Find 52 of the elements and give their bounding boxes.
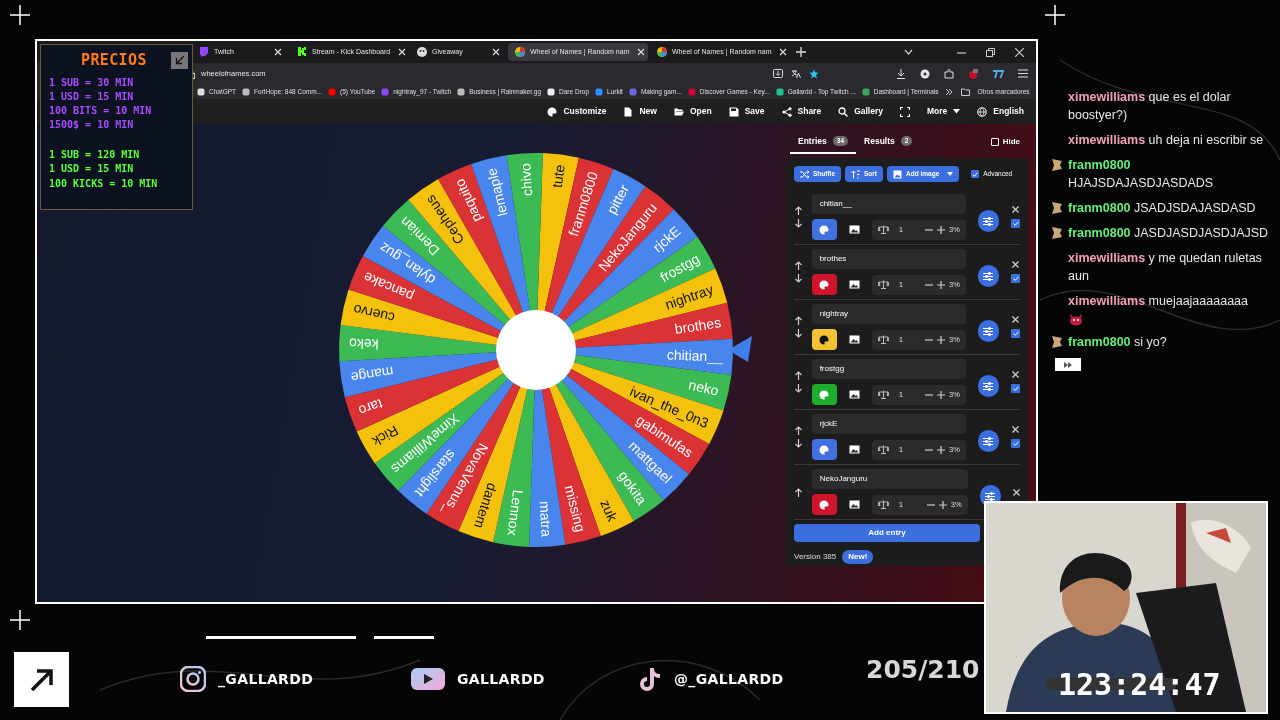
menu-button[interactable]: Share xyxy=(781,105,822,118)
entry-name-field[interactable]: nightray xyxy=(811,304,966,324)
menu-button[interactable]: Gallery xyxy=(838,105,883,118)
entry-name-field[interactable]: brothes xyxy=(811,249,966,269)
chat-message: ximewilliams uh deja ni escribir se xyxy=(1068,132,1264,149)
menu-button[interactable]: English xyxy=(977,105,1024,118)
wheel-label: matra xyxy=(536,500,555,538)
chat-message: franm0800 JSADJSDAJASDASD xyxy=(1068,200,1256,217)
wheel-label: lemaple xyxy=(483,166,511,218)
chat-message: franm0800 si yo? xyxy=(1068,334,1167,351)
wheel-label: Lennox xyxy=(504,488,527,537)
stream-timer: 123:24:47 xyxy=(1058,667,1221,703)
price-line: 1 USD = 15 MIN xyxy=(49,89,135,104)
wheel-label: keko xyxy=(348,335,379,353)
entry-name-field[interactable]: NekoJanguru xyxy=(811,469,968,489)
wheel-label: taro xyxy=(356,395,385,419)
entry-name-field[interactable]: rjckE xyxy=(811,414,966,434)
entry-name-field[interactable]: frostgg xyxy=(811,359,966,379)
wheel-label: mange xyxy=(349,363,395,386)
menu-button[interactable]: Customize xyxy=(547,105,607,118)
price-line: 1 USD = 15 MIN xyxy=(49,162,135,176)
overlay-title: PRECIOS xyxy=(81,50,147,71)
price-line: 100 BITS = 10 MIN xyxy=(49,103,152,118)
menu-button[interactable]: Save xyxy=(728,105,765,118)
price-line: 1500$ = 10 MIN xyxy=(49,117,135,132)
chat-message: ximewilliams y me quedan ruletas aun xyxy=(1068,250,1263,285)
wheel-label: chitian__ xyxy=(666,346,724,365)
add-entry-button[interactable]: Add entry xyxy=(794,524,980,542)
social-handle: _GALLARDD xyxy=(218,669,314,690)
chat-message: franm0800 JASDJASDJASDJAJSD xyxy=(1068,225,1269,242)
version-label: Version 385 xyxy=(794,551,837,563)
wheel-label: missing xyxy=(561,483,589,534)
wheel-label: tute xyxy=(548,163,568,189)
hide-checkbox[interactable]: Hide xyxy=(990,136,1024,148)
wheel-label: chivo xyxy=(517,162,536,197)
chat-message: ximewilliams que es el dolar boostyer?) xyxy=(1068,89,1232,124)
chat-message: franm0800 HJAJSDAJASDJASDADS xyxy=(1068,157,1215,192)
wheel-label: zuk xyxy=(597,497,621,524)
price-line: 1 SUB = 30 MIN xyxy=(49,75,135,90)
price-line: 1 SUB = 120 MIN xyxy=(49,147,141,162)
social-handle: @_GALLARDD xyxy=(674,669,784,690)
social-handle: GALLARDD xyxy=(457,669,545,689)
menu-button[interactable]: New xyxy=(623,105,657,118)
entry-name-field[interactable]: chitian__ xyxy=(811,194,966,214)
menu-button[interactable]: Open xyxy=(673,105,712,118)
wheel-label: cuervo xyxy=(351,301,397,327)
chat-message: ximewilliams muejaajaaaaaaaa xyxy=(1068,292,1248,326)
goal-counter: 205/210 xyxy=(866,654,980,686)
menu-button[interactable]: More xyxy=(927,105,961,118)
new-badge: New! xyxy=(842,550,874,564)
wheel-label: brothes xyxy=(673,314,723,337)
price-line: 100 KICKS = 10 MIN xyxy=(49,176,158,191)
